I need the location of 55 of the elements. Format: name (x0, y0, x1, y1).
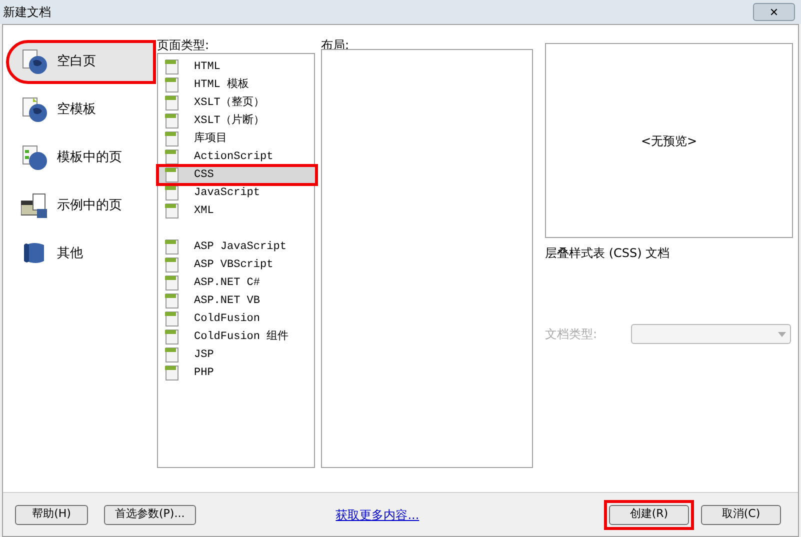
page-type-item[interactable]: ColdFusion (158, 310, 314, 328)
window-title: 新建文档 (3, 4, 51, 21)
dialog-button[interactable]: 帮助(H) (15, 504, 88, 524)
page-type-item[interactable]: ASP.NET VB (158, 292, 314, 310)
code-file-icon (164, 149, 180, 165)
code-file-icon (164, 77, 180, 93)
page-type-item[interactable]: ASP VBScript (158, 256, 314, 274)
code-file-icon (164, 239, 180, 255)
page-type-item[interactable]: JSP (158, 346, 314, 364)
field-label: 文档类型: (545, 326, 598, 343)
preview-box: <无预览> (545, 43, 793, 238)
page-type-item[interactable]: CSS (158, 166, 316, 184)
code-file-icon (164, 329, 180, 345)
page-globe-icon (21, 49, 49, 75)
page-type-item[interactable]: PHP (158, 364, 314, 382)
code-file-icon (164, 185, 180, 201)
code-file-icon (164, 347, 180, 363)
page-type-item[interactable]: XML (158, 202, 314, 220)
dialog-button[interactable]: 首选参数(P)... (104, 504, 196, 524)
page-type-item[interactable]: XSLT（片断） (158, 112, 314, 130)
page-type-item[interactable]: HTML (158, 58, 314, 76)
page-type-item[interactable]: ActionScript (158, 148, 314, 166)
page-type-item[interactable]: 库项目 (158, 130, 314, 148)
code-file-icon (164, 113, 180, 129)
close-button[interactable]: ✕ (753, 3, 795, 21)
list-heading: 页面类型: (157, 37, 210, 53)
code-file-icon (164, 167, 180, 183)
code-file-icon (164, 365, 180, 381)
category-item[interactable]: 模板中的页 (7, 137, 153, 179)
dialog-button[interactable]: 取消(C) (701, 504, 781, 524)
code-file-icon (164, 95, 180, 111)
category-item[interactable]: 示例中的页 (7, 185, 153, 227)
category-item[interactable]: 空模板 (7, 89, 153, 131)
caret-icon (778, 332, 786, 336)
category-item[interactable]: 空白页 (7, 41, 155, 83)
page-type-item[interactable]: HTML 模板 (158, 76, 314, 94)
page-type-item[interactable]: ColdFusion 组件 (158, 328, 314, 346)
page-type-item[interactable]: JavaScript (158, 184, 314, 202)
category-item[interactable]: 其他 (7, 233, 153, 275)
code-file-icon (164, 203, 180, 219)
page-type-item[interactable]: ASP.NET C# (158, 274, 314, 292)
code-file-icon (164, 131, 180, 147)
get-more-link[interactable]: 获取更多内容... (336, 506, 420, 524)
page-type-item[interactable]: XSLT（整页） (158, 94, 314, 112)
page-globe-icon (21, 145, 49, 171)
dialog-button[interactable]: 创建(R) (609, 504, 689, 524)
page-type-item[interactable]: ASP JavaScript (158, 238, 314, 256)
code-file-icon (164, 257, 180, 273)
page-globe-icon (21, 97, 49, 123)
description-text: 层叠样式表 (CSS) 文档 (545, 245, 671, 262)
code-file-icon (164, 275, 180, 291)
code-file-icon (164, 59, 180, 75)
window-page-icon (21, 193, 49, 219)
code-file-icon (164, 293, 180, 309)
code-file-icon (164, 311, 180, 327)
